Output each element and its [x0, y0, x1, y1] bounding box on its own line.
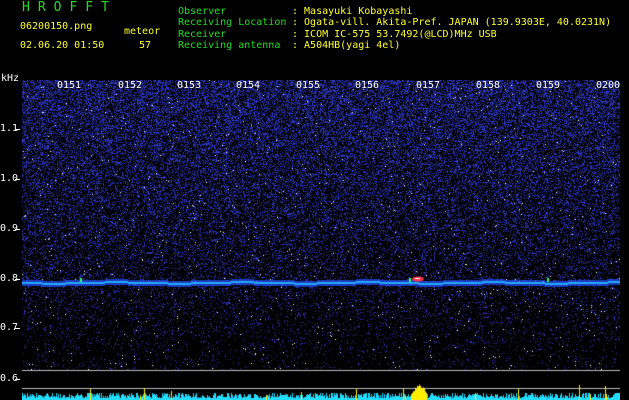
- x-tick-label: 0158: [476, 80, 501, 91]
- y-tick-mark: [15, 328, 20, 329]
- app-title: HROFFT: [22, 0, 117, 15]
- y-tick-mark: [15, 279, 20, 280]
- x-tick-label: 0200: [596, 80, 621, 91]
- info-observer-value: : Masayuki Kobayashi: [292, 6, 413, 17]
- y-tick-mark: [15, 229, 20, 230]
- meteor-count-value: 57: [139, 40, 152, 51]
- info-receiver-value: : ICOM IC-575 53.7492(@LCD)MHz USB: [292, 29, 497, 40]
- info-antenna-value: : A504HB(yagi 4el): [292, 40, 401, 51]
- x-tick-label: 0153: [177, 80, 202, 91]
- info-location-value: : Ogata-vill. Akita-Pref. JAPAN (139.930…: [292, 17, 612, 28]
- info-observer-label: Observer: [178, 6, 227, 17]
- x-tick-label: 0152: [118, 80, 143, 91]
- filename-label: 06200150.png: [20, 21, 93, 32]
- meteor-count-label: meteor: [124, 26, 161, 37]
- datetime-label: 02.06.20 01:50: [20, 40, 105, 51]
- hrofft-window: HROFFT 06200150.png 02.06.20 01:50 meteo…: [0, 0, 629, 400]
- y-tick-mark: [15, 379, 20, 380]
- info-antenna-label: Receiving antenna: [178, 40, 281, 51]
- y-tick-mark: [15, 179, 20, 180]
- info-location-label: Receiving Location: [178, 17, 287, 28]
- spectrogram-canvas: [22, 80, 620, 400]
- x-tick-label: 0155: [296, 80, 321, 91]
- x-tick-label: 0157: [416, 80, 441, 91]
- x-tick-label: 0159: [536, 80, 561, 91]
- y-tick-mark: [15, 129, 20, 130]
- x-tick-label: 0151: [57, 80, 82, 91]
- info-receiver-label: Receiver: [178, 29, 227, 40]
- x-tick-label: 0154: [236, 80, 261, 91]
- axis-unit-label: kHz: [1, 73, 20, 84]
- x-tick-label: 0156: [355, 80, 380, 91]
